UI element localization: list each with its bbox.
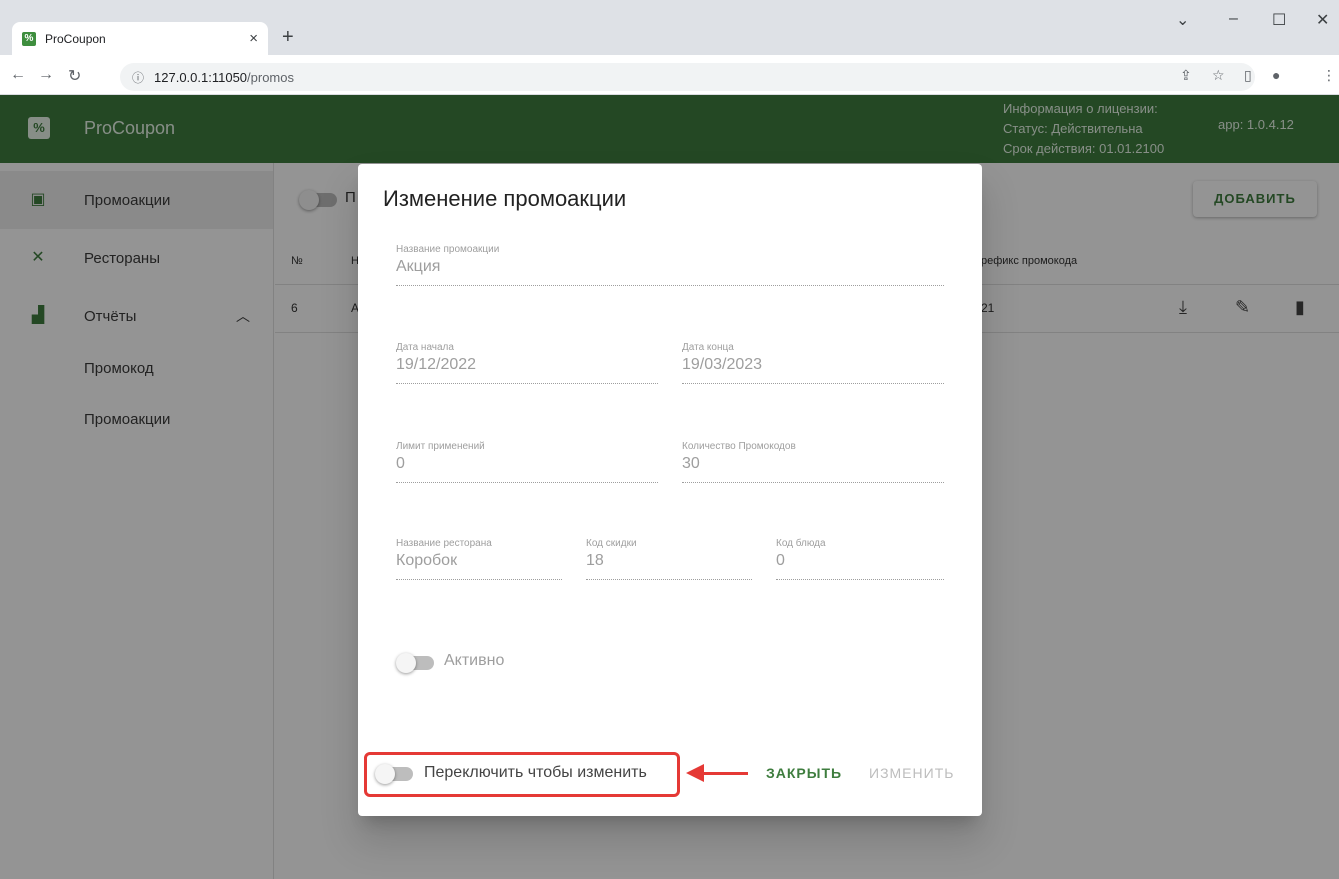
side-panel-icon[interactable]: ▯: [1244, 67, 1252, 84]
browser-tab[interactable]: % ProCoupon ×: [12, 22, 268, 55]
browser-menu-icon[interactable]: ⋮: [1322, 67, 1336, 84]
field-value: 0: [776, 552, 785, 569]
procoupon-favicon-icon: %: [22, 31, 36, 46]
change-button[interactable]: ИЗМЕНИТЬ: [869, 765, 954, 781]
field-value: 18: [586, 552, 604, 569]
field-value: Акция: [396, 258, 441, 275]
toggle-knob: [396, 653, 416, 673]
field-label: Код блюда: [776, 538, 826, 549]
dish-code-field[interactable]: Код блюда 0: [776, 538, 944, 580]
restaurant-name-field[interactable]: Название ресторана Коробок: [396, 538, 562, 580]
usage-limit-field[interactable]: Лимит применений 0: [396, 441, 658, 483]
discount-code-field[interactable]: Код скидки 18: [586, 538, 752, 580]
annotation-arrow: [700, 772, 748, 775]
close-button[interactable]: ЗАКРЫТЬ: [766, 765, 842, 781]
field-label: Дата начала: [396, 342, 454, 353]
promocode-count-field[interactable]: Количество Промокодов 30: [682, 441, 944, 483]
active-toggle-label: Активно: [444, 652, 505, 669]
new-tab-button[interactable]: +: [282, 22, 294, 52]
maximize-icon[interactable]: ☐: [1272, 10, 1286, 30]
field-label: Код скидки: [586, 538, 637, 549]
url-host: 127.0.0.1:11050: [154, 69, 248, 85]
end-date-field[interactable]: Дата конца 19/03/2023: [682, 342, 944, 384]
forward-arrow-icon[interactable]: →: [38, 66, 54, 84]
url-path: /promos: [247, 69, 294, 85]
field-value: 0: [396, 455, 405, 472]
annotation-arrow-head: [686, 764, 704, 782]
url-field[interactable]: ⓘ 127.0.0.1:11050 /promos: [120, 63, 1255, 91]
field-label: Лимит применений: [396, 441, 485, 452]
site-info-icon[interactable]: ⓘ: [132, 69, 144, 86]
tab-close-icon[interactable]: ×: [249, 30, 258, 47]
field-value: 30: [682, 455, 700, 472]
edit-promotion-dialog: Изменение промоакции Название промоакции…: [358, 164, 982, 816]
dialog-title: Изменение промоакции: [383, 186, 627, 211]
field-label: Количество Промокодов: [682, 441, 796, 452]
field-label: Название ресторана: [396, 538, 492, 549]
tab-search-icon[interactable]: ⌄: [1176, 10, 1189, 30]
start-date-field[interactable]: Дата начала 19/12/2022: [396, 342, 658, 384]
promotion-name-field[interactable]: Название промоакции Акция: [396, 244, 944, 286]
share-icon[interactable]: ⇪: [1180, 67, 1192, 84]
field-label: Дата конца: [682, 342, 734, 353]
minimize-icon[interactable]: –: [1229, 10, 1238, 28]
field-value: 19/12/2022: [396, 356, 477, 373]
window-close-icon[interactable]: ✕: [1316, 10, 1329, 30]
bookmark-star-icon[interactable]: ☆: [1212, 67, 1225, 84]
reload-icon[interactable]: ↻: [68, 66, 81, 86]
browser-address-bar: ← → ↻ ⓘ 127.0.0.1:11050 /promos ⇪ ☆ ▯ ● …: [0, 55, 1339, 95]
field-value: 19/03/2023: [682, 356, 763, 373]
field-value: Коробок: [396, 552, 458, 569]
browser-tab-bar: % ProCoupon × + ⌄ – ☐ ✕: [0, 0, 1339, 55]
active-toggle[interactable]: [396, 653, 434, 673]
profile-avatar-icon[interactable]: ●: [1272, 67, 1280, 83]
highlight-box: [364, 752, 680, 797]
back-arrow-icon[interactable]: ←: [10, 66, 26, 84]
field-label: Название промоакции: [396, 244, 500, 255]
tab-title: ProCoupon: [45, 31, 106, 46]
